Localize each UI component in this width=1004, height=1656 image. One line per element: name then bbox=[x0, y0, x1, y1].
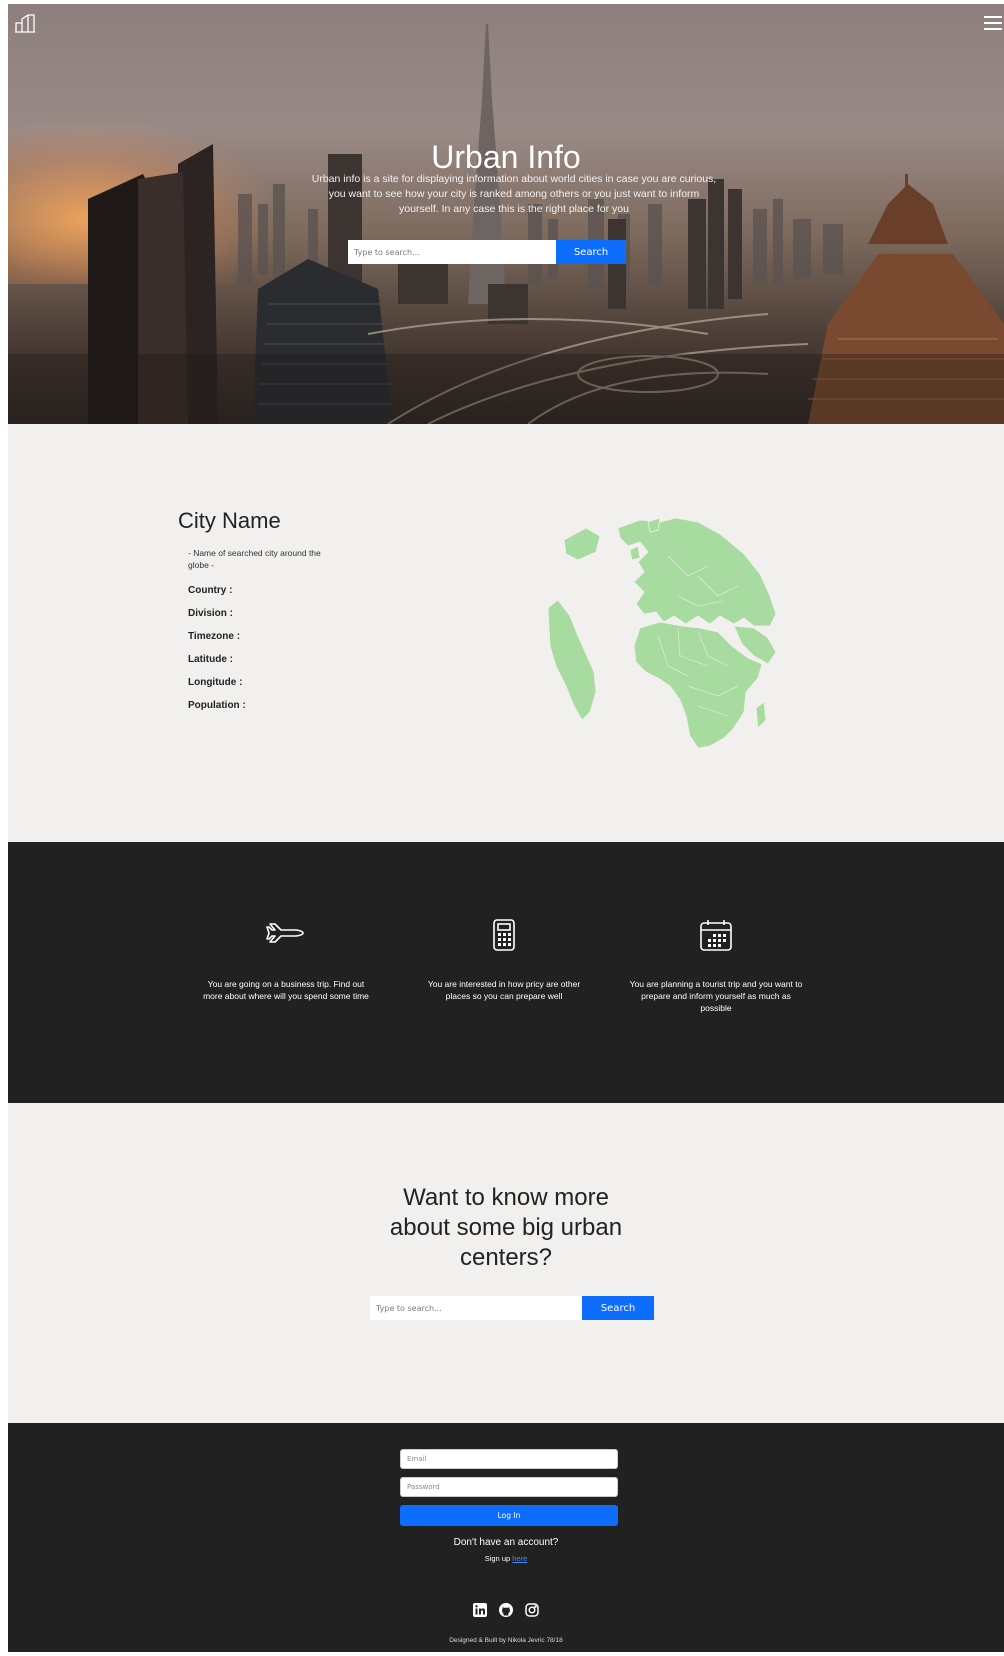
city-fields: Country : Division : Timezone : Latitude… bbox=[188, 585, 246, 723]
site-description: Urban info is a site for displaying info… bbox=[311, 173, 717, 215]
airplane-icon bbox=[198, 918, 374, 964]
signup-line: Sign up here bbox=[8, 1554, 1004, 1563]
field-longitude: Longitude : bbox=[188, 677, 243, 688]
city-subtitle: - Name of searched city around the globe… bbox=[188, 548, 321, 570]
field-division: Division : bbox=[188, 608, 234, 619]
city-name: City Name bbox=[178, 508, 281, 533]
hamburger-menu-icon[interactable] bbox=[984, 16, 1002, 30]
field-population: Population : bbox=[188, 700, 246, 711]
feature-text: You are going on a business trip. Find o… bbox=[203, 979, 369, 1001]
site-title: Urban Info bbox=[431, 139, 581, 176]
city-info-section: City Name - Name of searched city around… bbox=[8, 424, 1004, 842]
field-country: Country : bbox=[188, 585, 233, 596]
calculator-icon bbox=[416, 918, 592, 964]
credit-text: Designed & Built by Nikola Jevric 78/18 bbox=[449, 1637, 563, 1644]
cta-title: Want to know more about some big urban c… bbox=[389, 1184, 623, 1271]
feature-tourist-trip: You are planning a tourist trip and you … bbox=[628, 918, 804, 1014]
cta-search: Search bbox=[370, 1296, 654, 1320]
feature-pricing: You are interested in how pricy are othe… bbox=[416, 918, 592, 1002]
globe-map-icon bbox=[548, 517, 777, 749]
hero-section: Urban Info Urban info is a site for disp… bbox=[8, 4, 1004, 424]
calendar-icon bbox=[628, 918, 804, 964]
social-links bbox=[8, 1603, 1004, 1617]
hero-search-button[interactable]: Search bbox=[556, 240, 626, 264]
feature-business-trip: You are going on a business trip. Find o… bbox=[198, 918, 374, 1002]
cta-search-button[interactable]: Search bbox=[582, 1296, 654, 1320]
features-section: You are going on a business trip. Find o… bbox=[8, 842, 1004, 1103]
hero-search-input[interactable] bbox=[348, 240, 556, 264]
building-icon[interactable] bbox=[14, 12, 36, 34]
linkedin-icon[interactable] bbox=[473, 1603, 487, 1617]
feature-text: You are interested in how pricy are othe… bbox=[427, 979, 581, 1001]
page: Urban Info Urban info is a site for disp… bbox=[8, 4, 1004, 1652]
signup-prefix: Sign up bbox=[484, 1554, 511, 1563]
field-timezone: Timezone : bbox=[188, 631, 241, 642]
no-account-text: Don't have an account? bbox=[453, 1537, 559, 1548]
cta-search-input[interactable] bbox=[370, 1296, 582, 1320]
cta-section: Want to know more about some big urban c… bbox=[8, 1103, 1004, 1423]
signup-link[interactable]: here bbox=[512, 1554, 527, 1563]
footer-section: Log In Don't have an account? Sign up he… bbox=[8, 1423, 1004, 1652]
email-field[interactable] bbox=[400, 1449, 618, 1469]
feature-text: You are planning a tourist trip and you … bbox=[629, 979, 803, 1013]
github-icon[interactable] bbox=[499, 1603, 513, 1617]
login-button[interactable]: Log In bbox=[400, 1505, 618, 1526]
instagram-icon[interactable] bbox=[525, 1603, 539, 1617]
hero-search: Search bbox=[348, 240, 626, 264]
password-field[interactable] bbox=[400, 1477, 618, 1497]
field-latitude: Latitude : bbox=[188, 654, 233, 665]
